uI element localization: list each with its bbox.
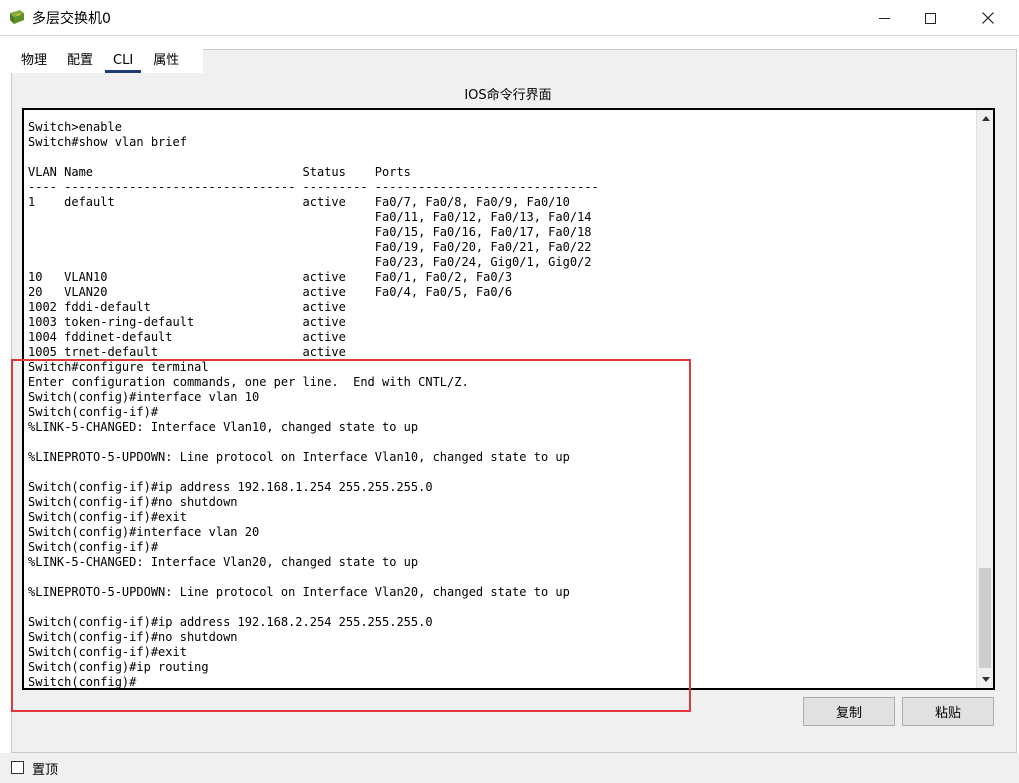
terminal-line: Switch>enable [28,120,122,134]
terminal-line: 10 VLAN10 active Fa0/1, Fa0/2, Fa0/3 [28,270,513,284]
scroll-up-button[interactable] [977,110,993,127]
terminal-line: Switch(config-if)# [28,540,159,554]
terminal-line: %LINK-5-CHANGED: Interface Vlan10, chang… [28,420,419,434]
terminal-line: Switch(config)# [28,675,137,689]
tab-cli[interactable]: CLI [103,49,144,73]
app-window: 多层交换机0 物理 配置 CLI 属性 IOS命令行界面 Switch>enab… [0,0,1019,783]
minimize-button[interactable] [861,0,907,36]
terminal-line: %LINEPROTO-5-UPDOWN: Line protocol on In… [28,585,570,599]
cli-heading: IOS命令行界面 [464,88,552,103]
arrow-down-icon [981,677,990,682]
terminal-line: Fa0/19, Fa0/20, Fa0/21, Fa0/22 [28,240,592,254]
terminal-line: 1004 fddinet-default active [28,330,346,344]
terminal-line: Switch(config-if)#no shutdown [28,495,238,509]
terminal-line: 1003 token-ring-default active [28,315,346,329]
terminal-line: 1002 fddi-default active [28,300,346,314]
tab-config[interactable]: 配置 [57,49,103,73]
terminal-line: Fa0/15, Fa0/16, Fa0/17, Fa0/18 [28,225,592,239]
terminal-line: Fa0/11, Fa0/12, Fa0/13, Fa0/14 [28,210,592,224]
paste-button[interactable]: 粘贴 [902,697,994,726]
terminal-line: 1 default active Fa0/7, Fa0/8, Fa0/9, Fa… [28,195,570,209]
terminal-output: Switch>enable Switch#show vlan brief VLAN … [28,120,973,689]
scroll-down-button[interactable] [977,671,993,688]
footer-bar: 置顶 [0,753,1019,783]
terminal-scrollbar[interactable] [976,110,993,688]
title-bar: 多层交换机0 [0,0,1019,36]
copy-button[interactable]: 复制 [803,697,895,726]
pin-on-top-label: 置顶 [32,763,59,778]
terminal-line: %LINEPROTO-5-UPDOWN: Line protocol on In… [28,450,570,464]
terminal-line: Switch(config-if)#exit [28,510,187,524]
terminal-line: 1005 trnet-default active [28,345,346,359]
maximize-button[interactable] [907,0,953,36]
tab-attributes[interactable]: 属性 [143,49,189,73]
minimize-icon [878,17,890,19]
terminal-line: Fa0/23, Fa0/24, Gig0/1, Gig0/2 [28,255,592,269]
terminal-line: Switch#show vlan brief [28,135,187,149]
terminal-line: Enter configuration commands, one per li… [28,375,469,389]
terminal-line: Switch#configure terminal [28,360,209,374]
scroll-thumb[interactable] [979,568,991,668]
terminal-line: ---- -------------------------------- --… [28,180,599,194]
maximize-icon [924,12,936,24]
terminal-line: Switch(config-if)# [28,405,159,419]
terminal-line: Switch(config)#ip routing [28,660,209,674]
terminal-line: 20 VLAN20 active Fa0/4, Fa0/5, Fa0/6 [28,285,513,299]
terminal-line: %LINK-5-CHANGED: Interface Vlan20, chang… [28,555,419,569]
switch-app-icon [10,10,24,24]
pin-on-top-checkbox[interactable] [11,761,24,774]
terminal-line: Switch(config)#interface vlan 10 [28,390,260,404]
terminal-line: Switch(config-if)#ip address 192.168.2.2… [28,615,433,629]
close-icon [982,12,994,24]
tab-bar: 物理 配置 CLI 属性 [11,49,189,73]
terminal-line: VLAN Name Status Ports [28,165,411,179]
cli-terminal[interactable]: Switch>enable Switch#show vlan brief VLAN … [22,108,995,690]
tab-physical[interactable]: 物理 [11,49,57,73]
terminal-line: Switch(config)#interface vlan 20 [28,525,260,539]
window-title: 多层交换机0 [32,11,111,27]
arrow-up-icon [981,116,990,121]
terminal-line: Switch(config-if)#no shutdown [28,630,238,644]
terminal-line: Switch(config-if)#exit [28,645,187,659]
terminal-line: Switch(config-if)#ip address 192.168.1.2… [28,480,433,494]
close-button[interactable] [965,0,1011,36]
